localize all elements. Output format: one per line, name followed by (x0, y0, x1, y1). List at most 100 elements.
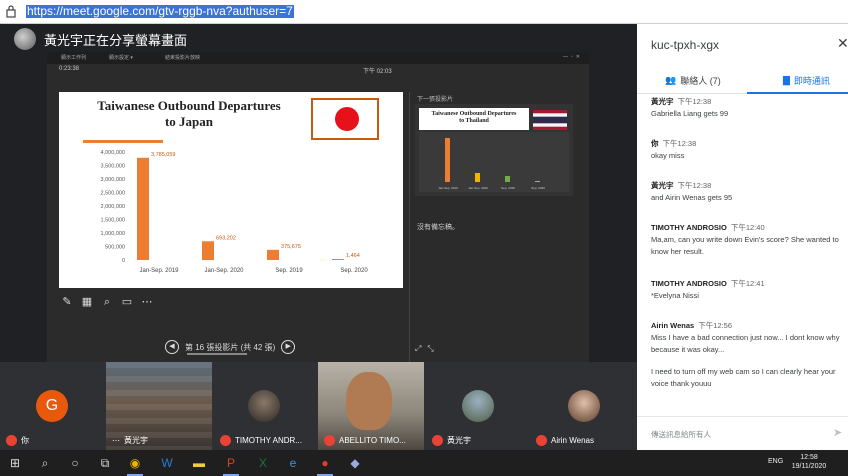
close-panel-icon[interactable]: ✕ (837, 35, 848, 52)
chart-bar (332, 259, 344, 260)
participant-strip: G 你 ⋯ 黃光宇 TIMOTHY ANDR... ABELLITO TIMO..… (0, 362, 637, 450)
end-slideshow-item[interactable]: 結束投影片放映 (165, 54, 200, 61)
more-icon: ⋯ (112, 436, 120, 445)
presenter-banner-text: 黃光宇正在分享螢幕畫面 (44, 32, 188, 48)
thailand-flag (533, 110, 567, 130)
app-icon[interactable]: ◆ (348, 456, 362, 470)
avatar (568, 390, 600, 422)
participant-tile[interactable]: ⋯ 黃光宇 (106, 362, 212, 450)
side-panel: kuc-tpxh-xgx ✕ 👥 聯絡人 (7) ▇ 即時通訊 黃光宇 下午12:… (637, 24, 848, 450)
current-slide: Taiwanese Outbound Departures to Japan 4… (59, 92, 403, 288)
participant-tile[interactable]: ABELLITO TIMO... (318, 362, 424, 450)
system-clock[interactable]: 12:58 19/11/2020 (788, 453, 830, 471)
mic-off-icon (432, 435, 443, 446)
title-underline (83, 140, 163, 143)
thumbnail-x-label: Jan-Sep. 2020 (468, 186, 488, 190)
data-label: 1,464 (346, 253, 360, 259)
mic-off-icon (220, 435, 231, 446)
data-label: 3,785,059 (151, 152, 175, 158)
excel-icon[interactable]: X (256, 456, 270, 470)
thumbnail-x-label: Sep. 2019 (501, 186, 515, 190)
participant-tile[interactable]: TIMOTHY ANDR... (214, 362, 316, 450)
participant-tile[interactable]: 黃光宇 (426, 362, 528, 450)
mic-off-icon (324, 435, 335, 446)
people-icon: 👥 (665, 75, 677, 85)
tab-people[interactable]: 👥 聯絡人 (7) (665, 74, 721, 87)
chat-input-row: 傳送訊息給所有人 ➤ (637, 416, 848, 450)
chat-message: 你下午12:38 okay miss (651, 139, 697, 160)
chat-bubble-icon: ▇ (783, 75, 790, 85)
chrome-icon[interactable]: ◉ (128, 456, 142, 470)
screen-icon[interactable]: ▭ (121, 296, 133, 308)
pen-icon[interactable]: ✎ (61, 296, 73, 308)
display-settings-item[interactable]: 顯示設定 ▾ (109, 54, 133, 61)
y-tick-label: 500,000 (105, 245, 125, 251)
show-taskbar-item[interactable]: 顯示工作列 (61, 54, 86, 61)
record-icon[interactable]: ● (318, 456, 332, 470)
presenter-view-window: 顯示工作列 顯示設定 ▾ 結束投影片放映 —▫✕ 0:23:38 下午 02:0… (47, 52, 589, 382)
chat-message: I need to turn off my web cam so I can c… (651, 367, 836, 388)
avatar (248, 390, 280, 422)
thumbnail-x-label: Sep. 2020 (531, 186, 545, 190)
url-text[interactable]: https://meet.google.com/gtv-rggb-nva?aut… (26, 5, 294, 18)
thumbnail-bar (475, 173, 480, 182)
speaker-notes: 沒有備忘稿。 (417, 224, 459, 231)
avatar: G (36, 390, 68, 422)
powerpoint-icon[interactable]: P (224, 456, 238, 470)
y-tick-label: 4,000,000 (101, 150, 125, 156)
slide-sorter-icon[interactable]: ▦ (81, 296, 93, 308)
edge-icon[interactable]: e (286, 456, 300, 470)
thumbnail-background (419, 132, 569, 192)
cortana-icon[interactable]: ○ (68, 456, 82, 470)
participant-tile[interactable]: Airin Wenas (530, 362, 637, 450)
webcam-face (346, 372, 392, 430)
next-slide-label: 下一張投影片 (417, 97, 454, 103)
y-tick-label: 0 (122, 258, 125, 264)
zoom-icon[interactable]: ⌕ (101, 296, 113, 308)
chat-message: 黃光宇 下午12:38 Gabriella Liang gets 99 (651, 97, 729, 118)
chat-input[interactable]: 傳送訊息給所有人 (651, 429, 711, 440)
chat-message: TIMOTHY ANDROSIO 下午12:41 *Evelyna Nissi (651, 279, 765, 300)
windows-start-icon[interactable]: ⊞ (8, 456, 22, 470)
more-options-icon[interactable]: ⋯ (141, 296, 153, 308)
meet-stage: 黃光宇正在分享螢幕畫面 顯示工作列 顯示設定 ▾ 結束投影片放映 —▫✕ 0:2… (0, 24, 637, 382)
task-view-icon[interactable]: ⧉ (98, 456, 112, 470)
y-tick-label: 2,000,000 (101, 204, 125, 210)
window-controls[interactable]: —▫✕ (563, 54, 583, 60)
data-label: 693,202 (216, 235, 236, 241)
address-bar[interactable]: https://meet.google.com/gtv-rggb-nva?aut… (0, 0, 848, 24)
word-icon[interactable]: W (160, 456, 174, 470)
next-slide-preview[interactable]: Taiwanese Outbound Departures to Thailan… (415, 104, 573, 196)
participant-tile[interactable]: G 你 (0, 362, 104, 450)
slide-title: Taiwanese Outbound Departures to Japan (97, 98, 281, 129)
panel-tabs: 👥 聯絡人 (7) ▇ 即時通訊 (637, 66, 848, 94)
mic-off-icon (6, 435, 17, 446)
next-slide-chart: Jan-Sep. 2019 Jan-Sep. 2020 Sep. 2019 Sep. … (419, 132, 569, 192)
lock-icon (6, 5, 16, 18)
thumbnail-x-label: Jan-Sep. 2019 (438, 186, 458, 190)
slide-navigation: ◀ 第 16 張投影片 (共 42 張) ▶ (165, 340, 296, 355)
chart-bar (267, 249, 279, 260)
chat-message: Airin Wenas 下午12:56 Miss I have a bad con… (651, 321, 840, 354)
elapsed-timer: 0:23:38 (59, 66, 80, 72)
expand-icons[interactable]: ⤢⤡ (415, 344, 440, 354)
tab-chat[interactable]: ▇ 即時通訊 (783, 74, 830, 87)
next-slide-icon[interactable]: ▶ (281, 340, 296, 354)
chat-messages[interactable]: 黃光宇 下午12:38 Gabriella Liang gets 99 你下午12… (637, 96, 848, 426)
thumbnail-bar (535, 181, 540, 182)
y-tick-label: 3,000,000 (101, 177, 125, 183)
presenter-avatar (14, 28, 36, 50)
search-icon[interactable]: ⌕ (38, 456, 52, 470)
send-icon[interactable]: ➤ (833, 426, 842, 439)
slide-counter[interactable]: 第 16 張投影片 (共 42 張) (185, 342, 275, 353)
thumbnail-bar (505, 176, 510, 182)
x-tick-label: Jan-Sep. 2020 (204, 268, 244, 274)
mic-off-icon (536, 435, 547, 446)
presenter-banner: 黃光宇正在分享螢幕畫面 (14, 28, 187, 50)
presenter-toolbar: 顯示工作列 顯示設定 ▾ 結束投影片放映 —▫✕ (47, 52, 589, 64)
thumbnail-bar (445, 138, 450, 182)
language-indicator[interactable]: ENG (768, 458, 783, 465)
previous-slide-icon[interactable]: ◀ (165, 340, 179, 354)
file-explorer-icon[interactable]: ▬ (192, 456, 206, 470)
japan-flag (311, 98, 379, 140)
